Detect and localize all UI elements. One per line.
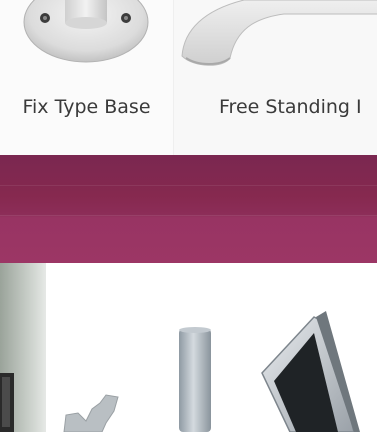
product-label: Free Standing I: [219, 96, 362, 118]
page: Fix Type Base Free Standing I: [0, 0, 377, 432]
banner-divider: [0, 215, 377, 216]
product-label: Fix Type Base: [22, 96, 151, 118]
free-standing-base-image: [181, 0, 377, 66]
product-photos-image: [0, 263, 360, 432]
product-strip: Fix Type Base Free Standing I: [0, 0, 377, 155]
category-banner: [0, 155, 377, 263]
product-photo-strip: [0, 263, 377, 432]
product-card-fix-type-base[interactable]: Fix Type Base: [0, 0, 174, 155]
product-card-free-standing[interactable]: Free Standing I: [174, 0, 377, 155]
wall-mount-base-image: [23, 0, 149, 63]
banner-divider: [0, 185, 377, 186]
